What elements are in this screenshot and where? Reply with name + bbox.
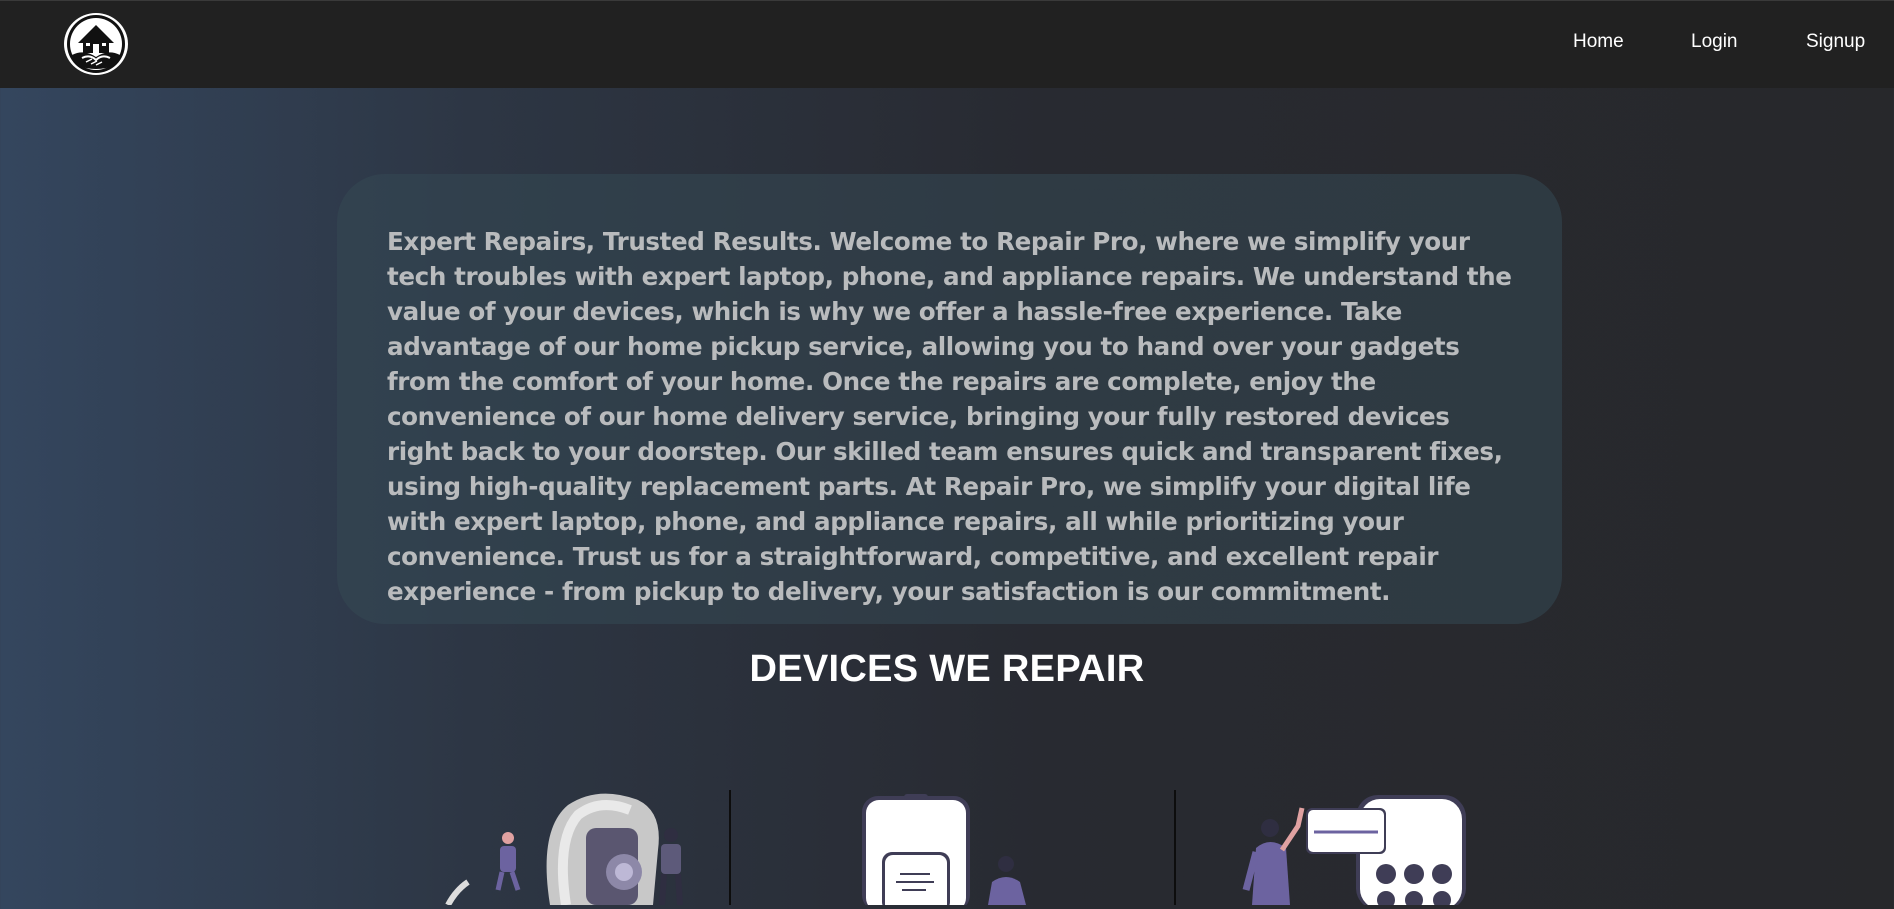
repair-pro-logo[interactable] <box>64 13 128 75</box>
nav-signup-link[interactable]: Signup <box>1806 31 1865 53</box>
device-divider <box>729 790 731 905</box>
house-handshake-icon <box>67 15 125 73</box>
devices-section-title: DEVICES WE REPAIR <box>749 648 1145 690</box>
nav-login-link[interactable]: Login <box>1691 31 1738 53</box>
navbar: Home Login Signup <box>0 0 1894 88</box>
device-divider <box>1174 790 1176 905</box>
intro-card: Expert Repairs, Trusted Results. Welcome… <box>337 174 1562 624</box>
phone-repair-illustration <box>860 790 1040 909</box>
intro-paragraph: Expert Repairs, Trusted Results. Welcome… <box>387 227 1512 606</box>
appliance-repair-illustration <box>1238 790 1468 909</box>
smartwatch-repair-illustration <box>438 790 698 909</box>
nav-home-link[interactable]: Home <box>1573 31 1624 53</box>
